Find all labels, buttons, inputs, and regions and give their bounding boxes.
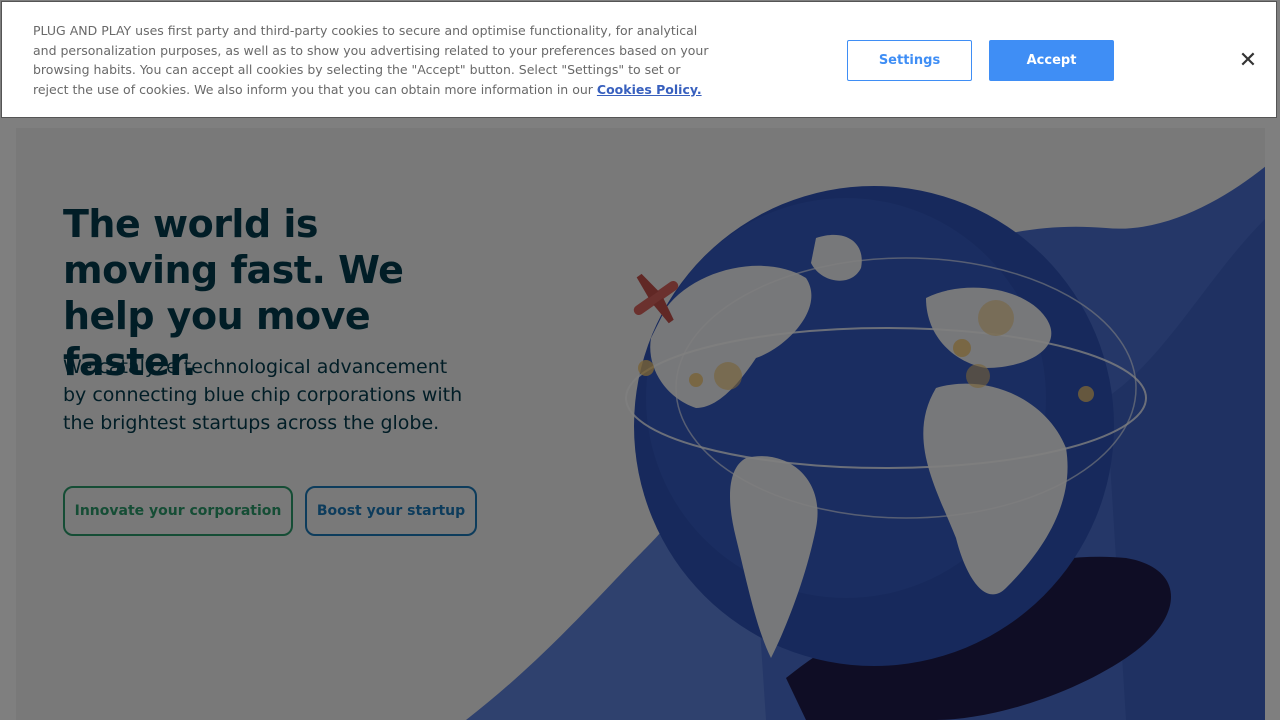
cookies-policy-link[interactable]: Cookies Policy.: [597, 82, 702, 97]
cookie-accept-button[interactable]: Accept: [989, 40, 1114, 81]
cookie-message: PLUG AND PLAY uses first party and third…: [33, 21, 713, 99]
close-icon[interactable]: ✕: [1234, 46, 1262, 74]
cookie-banner: PLUG AND PLAY uses first party and third…: [1, 1, 1277, 118]
cookie-settings-button[interactable]: Settings: [847, 40, 972, 81]
